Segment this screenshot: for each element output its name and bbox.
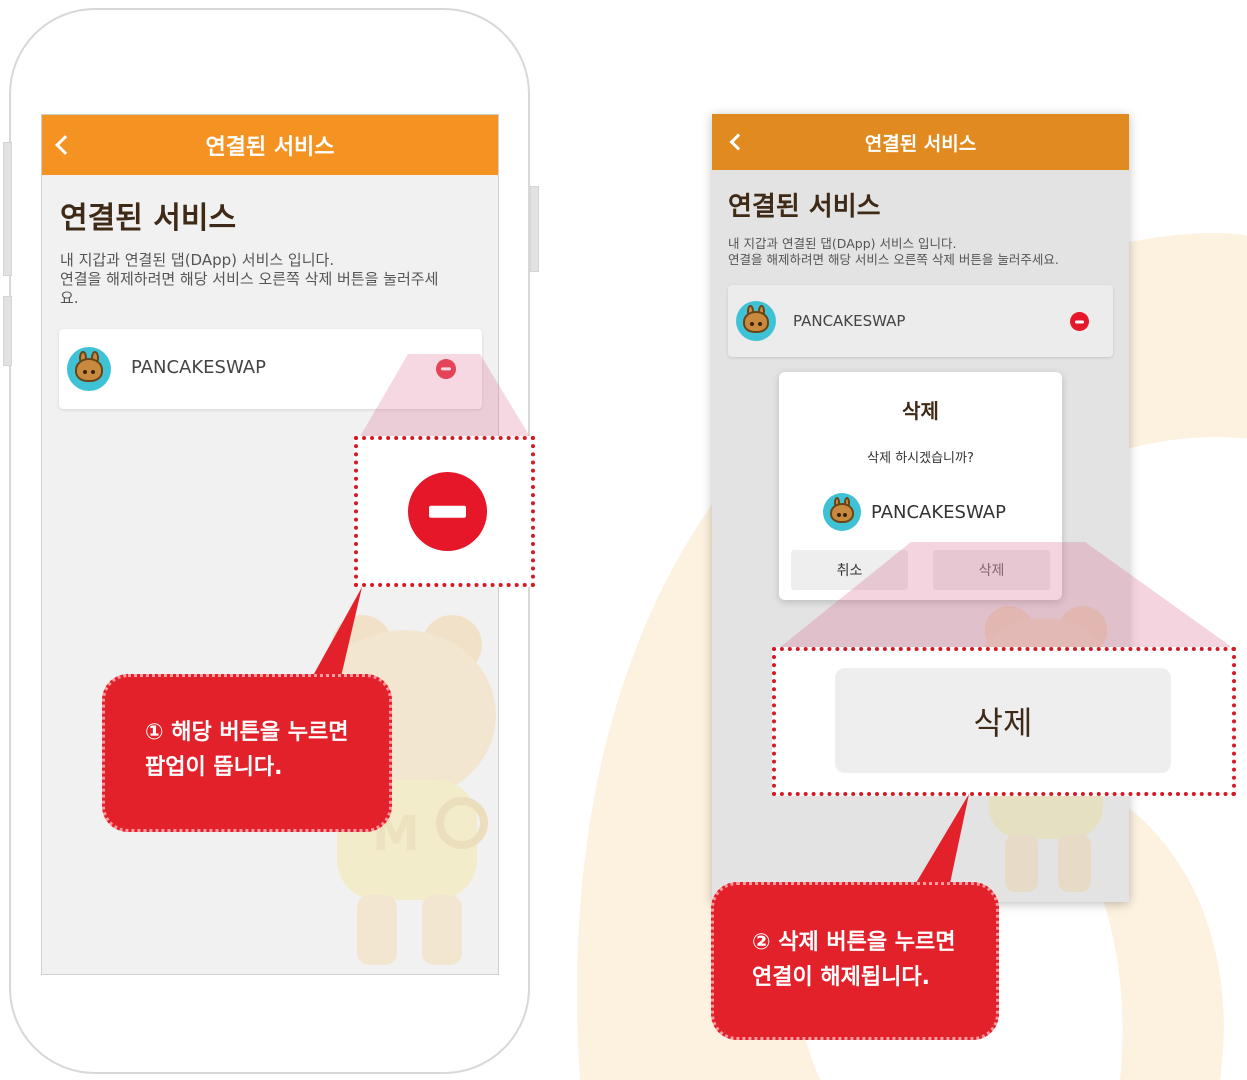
zoomed-delete-button: 삭제 [835,668,1171,773]
pancakeswap-logo-icon [67,347,111,391]
step1-callout: ① 해당 버튼을 누르면 팝업이 뜹니다. [102,674,392,832]
back-chevron-icon[interactable] [55,135,75,155]
page-title: 연결된 서비스 [728,192,881,222]
description: 내 지갑과 연결된 댑(DApp) 서비스 입니다. 연결을 해제하려면 해당 … [60,251,438,307]
pancakeswap-logo-icon [823,493,861,531]
callout-text: 팝업이 뜹니다. [145,755,283,781]
phone-side-button [530,186,539,272]
app-bar: 연결된 서비스 [712,114,1129,170]
zoom-wedge [779,542,1233,648]
zoom-callout-box: 삭제 [772,647,1236,796]
step2-callout: ② 삭제 버튼을 누르면 연결이 해제됩니다. [711,882,999,1040]
phone-side-button [3,296,12,366]
minus-circle-icon [408,472,487,551]
callout-text: 연결이 해제됩니다. [752,965,930,991]
description-line: 연결을 해제하려면 해당 서비스 오른쪽 삭제 버튼을 눌러주세요. [728,251,1059,267]
dialog-service-name: PANCAKESWAP [871,502,1006,523]
callout-pointer [310,587,362,681]
app-bar: 연결된 서비스 [42,115,498,175]
app-bar-title: 연결된 서비스 [205,135,335,160]
service-card[interactable]: PANCAKESWAP [728,285,1113,357]
description-line: 요. [60,288,79,307]
description-line: 내 지갑과 연결된 댑(DApp) 서비스 입니다. [728,236,957,251]
callout-text: ② 삭제 버튼을 누르면 [752,930,956,955]
description-line: 연결을 해제하려면 해당 서비스 오른쪽 삭제 버튼을 눌러주세 [60,269,439,288]
service-name: PANCAKESWAP [793,312,906,330]
dialog-title: 삭제 [902,399,939,423]
app-bar-title: 연결된 서비스 [864,132,977,155]
pancakeswap-logo-icon [736,301,776,341]
callout-text: ① 해당 버튼을 누르면 [145,720,349,745]
zoom-wedge [358,354,532,440]
back-chevron-icon[interactable] [729,133,747,151]
service-name: PANCAKESWAP [131,357,266,378]
zoom-callout-box [354,436,535,587]
description-line: 내 지갑과 연결된 댑(DApp) 서비스 입니다. [60,251,335,269]
page-title: 연결된 서비스 [60,201,237,236]
minus-circle-icon[interactable] [1070,312,1089,331]
phone-side-button [3,142,12,276]
description: 내 지갑과 연결된 댑(DApp) 서비스 입니다. 연결을 해제하려면 해당 … [728,236,1059,267]
dialog-message: 삭제 하시겠습니까? [867,451,974,466]
callout-pointer [913,794,969,888]
